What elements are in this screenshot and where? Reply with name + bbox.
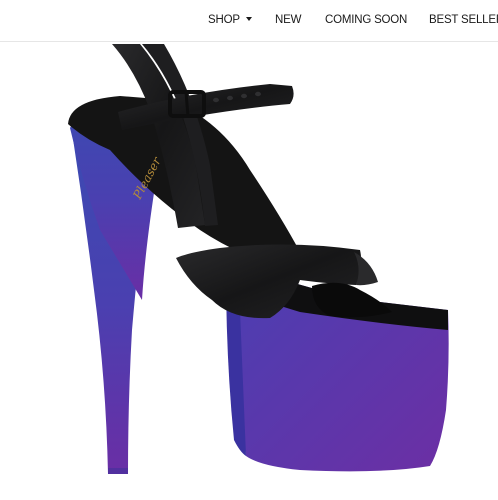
nav-new-link[interactable]: NEW — [275, 10, 301, 30]
product-image[interactable]: Pleaser — [0, 43, 498, 500]
chevron-down-icon — [245, 16, 252, 21]
nav-best-seller-link[interactable]: BEST SELLER — [429, 10, 498, 30]
top-navigation: SHOP NEW COMING SOON BEST SELLER — [0, 0, 498, 42]
product-image-area: Pleaser — [0, 43, 498, 500]
nav-coming-soon-link[interactable]: COMING SOON — [325, 10, 407, 30]
nav-shop-dropdown[interactable]: SHOP — [208, 10, 252, 30]
nav-shop-label: SHOP — [208, 14, 240, 26]
